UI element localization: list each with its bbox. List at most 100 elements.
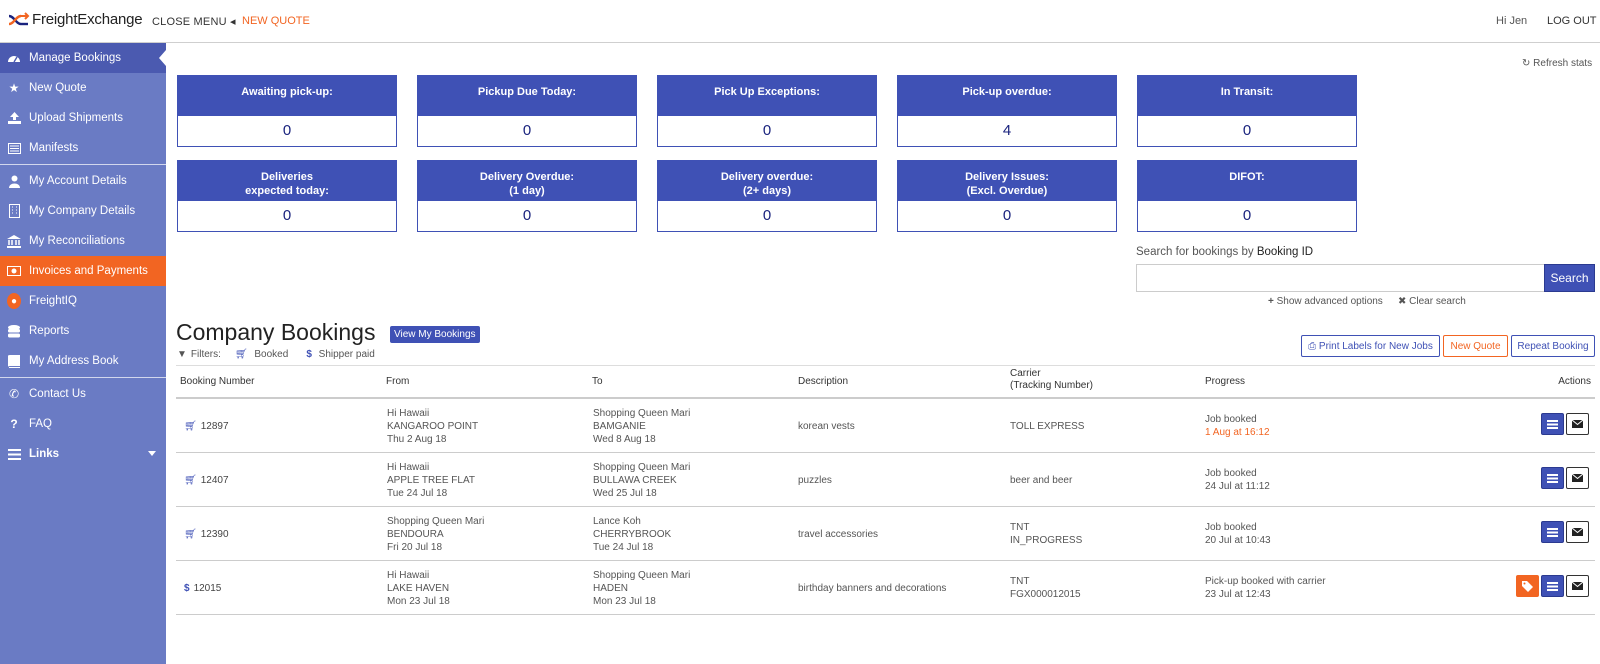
col-from[interactable]: From xyxy=(386,376,409,388)
progress-status: Job booked xyxy=(1205,468,1257,479)
tracking-number[interactable]: IN_PROGRESS xyxy=(1010,535,1082,546)
col-description[interactable]: Description xyxy=(798,376,848,388)
logout-button[interactable]: LOG OUT xyxy=(1547,15,1597,27)
stat-card-delivery-issues[interactable]: Delivery Issues: (Excl. Overdue) 0 xyxy=(897,160,1117,232)
stat-card-in-transit[interactable]: In Transit: 0 xyxy=(1137,75,1357,147)
table-row[interactable]: 🛒︎ 12897 Hi Hawaii KANGAROO POINT Thu 2 A… xyxy=(176,399,1595,453)
to-place: HADEN xyxy=(593,583,629,594)
close-menu-button[interactable]: CLOSE MENU ◂ xyxy=(152,15,236,28)
actions-cell xyxy=(1539,467,1589,489)
clear-search-link[interactable]: ✖ Clear search xyxy=(1398,296,1466,307)
details-button[interactable] xyxy=(1541,413,1564,435)
refresh-icon: ↻ xyxy=(1522,58,1531,69)
stat-value: 0 xyxy=(282,122,292,139)
sidebar-item-reconciliations[interactable]: My Reconciliations xyxy=(0,226,166,256)
to-date: Wed 25 Jul 18 xyxy=(593,488,657,499)
stat-label: Delivery Issues: (Excl. Overdue) xyxy=(898,161,1116,201)
sidebar-item-contact-us[interactable]: ✆ Contact Us xyxy=(0,379,166,409)
stat-card-difot[interactable]: DIFOT: 0 xyxy=(1137,160,1357,232)
col-carrier-label: Carrier xyxy=(1010,368,1041,379)
to-cell: Lance Koh CHERRYBROOK Tue 24 Jul 18 xyxy=(593,515,671,554)
sidebar-item-label: My Company Details xyxy=(29,205,136,217)
repeat-booking-button[interactable]: Repeat Booking xyxy=(1511,335,1595,357)
email-button[interactable] xyxy=(1566,467,1589,489)
actions-cell xyxy=(1539,413,1589,435)
freightexchange-logo-icon xyxy=(8,11,30,28)
stat-card-delivery-overdue-1day[interactable]: Delivery Overdue: (1 day) 0 xyxy=(417,160,637,232)
stat-value: 0 xyxy=(762,122,772,139)
description-cell: puzzles xyxy=(798,475,832,486)
refresh-stats-button[interactable]: ↻ Refresh stats xyxy=(1522,58,1592,69)
details-button[interactable] xyxy=(1541,467,1564,489)
carrier-name: TOLL EXPRESS xyxy=(1010,421,1085,432)
col-carrier[interactable]: Carrier (Tracking Number) xyxy=(1010,368,1093,392)
sidebar-item-invoices[interactable]: Invoices and Payments xyxy=(0,256,166,286)
tracking-number[interactable]: FGX000012015 xyxy=(1010,589,1081,600)
stat-value: 0 xyxy=(762,207,772,224)
sidebar-item-upload-shipments[interactable]: Upload Shipments xyxy=(0,103,166,133)
col-booking-number[interactable]: Booking Number xyxy=(180,376,254,388)
email-button[interactable] xyxy=(1566,413,1589,435)
sidebar-item-faq[interactable]: ? FAQ xyxy=(0,409,166,439)
booking-number[interactable]: $12015 xyxy=(184,582,221,595)
carrier-name: beer and beer xyxy=(1010,475,1073,486)
stat-card-pickup-overdue[interactable]: Pick-up overdue: 4 xyxy=(897,75,1117,147)
sidebar-item-new-quote[interactable]: ★ New Quote xyxy=(0,73,166,103)
sidebar-item-links[interactable]: Links xyxy=(0,439,166,469)
col-actions: Actions xyxy=(1558,376,1591,387)
from-cell: Hi Hawaii APPLE TREE FLAT Tue 24 Jul 18 xyxy=(387,461,475,500)
building-icon xyxy=(7,204,21,218)
phone-icon: ✆ xyxy=(8,387,20,401)
col-to[interactable]: To xyxy=(592,376,603,388)
new-quote-link[interactable]: NEW QUOTE xyxy=(242,15,310,27)
printer-icon: ⎙ xyxy=(1308,340,1317,352)
carrier-name: TNT xyxy=(1010,522,1030,533)
details-button[interactable] xyxy=(1541,575,1564,597)
table-header: Booking Number From To Description Carri… xyxy=(176,365,1595,399)
email-button[interactable] xyxy=(1566,521,1589,543)
user-icon xyxy=(7,174,21,188)
progress-date: 24 Jul at 11:12 xyxy=(1205,481,1270,492)
stat-card-delivery-overdue-2days[interactable]: Delivery overdue: (2+ days) 0 xyxy=(657,160,877,232)
print-labels-label: Print Labels for New Jobs xyxy=(1318,340,1433,352)
to-place: BAMGANIE xyxy=(593,421,646,432)
filter-shipper-paid[interactable]: $ Shipper paid xyxy=(306,349,379,360)
booking-number[interactable]: 🛒︎ 12390 xyxy=(184,528,229,541)
sidebar-item-account-details[interactable]: My Account Details xyxy=(0,166,166,196)
stat-card-pickup-due-today[interactable]: Pickup Due Today: 0 xyxy=(417,75,637,147)
table-row[interactable]: 🛒︎ 12407 Hi Hawaii APPLE TREE FLAT Tue 24… xyxy=(176,453,1595,507)
sidebar-item-reports[interactable]: Reports xyxy=(0,316,166,346)
booking-number[interactable]: 🛒︎ 12407 xyxy=(184,474,229,487)
manifest-icon xyxy=(7,141,21,155)
booking-id-search-input[interactable] xyxy=(1136,264,1544,292)
booking-number-text: 12407 xyxy=(200,475,229,486)
print-labels-button[interactable]: ⎙ Print Labels for New Jobs xyxy=(1301,335,1440,357)
table-row[interactable]: $12015 Hi Hawaii LAKE HAVEN Mon 23 Jul 1… xyxy=(176,561,1595,615)
list-icon xyxy=(1547,527,1558,537)
col-progress[interactable]: Progress xyxy=(1205,376,1245,388)
details-button[interactable] xyxy=(1541,521,1564,543)
sidebar-item-company-details[interactable]: My Company Details xyxy=(0,196,166,226)
sidebar-item-freightiq[interactable]: ● FreightIQ xyxy=(0,286,166,316)
search-button[interactable]: Search xyxy=(1544,264,1595,292)
show-advanced-options-link[interactable]: + Show advanced options xyxy=(1268,296,1383,307)
email-button[interactable] xyxy=(1566,575,1589,597)
stat-card-pickup-exceptions[interactable]: Pick Up Exceptions: 0 xyxy=(657,75,877,147)
sidebar-item-manage-bookings[interactable]: Manage Bookings xyxy=(0,43,166,73)
filter-booked[interactable]: 🛒︎ Booked xyxy=(235,349,292,360)
stat-card-deliveries-today[interactable]: Deliveries expected today: 0 xyxy=(177,160,397,232)
filter-shipper-label: Shipper paid xyxy=(318,349,375,360)
new-quote-button[interactable]: New Quote xyxy=(1443,335,1508,357)
progress-date: 20 Jul at 10:43 xyxy=(1205,535,1271,546)
booking-number[interactable]: 🛒︎ 12897 xyxy=(184,420,229,433)
sidebar-item-manifests[interactable]: Manifests xyxy=(0,133,166,163)
stat-card-awaiting-pickup[interactable]: Awaiting pick-up: 0 xyxy=(177,75,397,147)
stat-label: Pick-up overdue: xyxy=(898,76,1116,116)
sidebar: Manage Bookings ★ New Quote Upload Shipm… xyxy=(0,43,166,664)
view-my-bookings-button[interactable]: View My Bookings xyxy=(390,326,480,343)
tag-button[interactable] xyxy=(1516,575,1539,597)
table-row[interactable]: 🛒︎ 12390 Shopping Queen Mari BENDOURA Fri… xyxy=(176,507,1595,561)
sidebar-item-address-book[interactable]: My Address Book xyxy=(0,346,166,376)
to-place: CHERRYBROOK xyxy=(593,529,672,540)
logo[interactable]: FreightExchange xyxy=(8,11,143,28)
